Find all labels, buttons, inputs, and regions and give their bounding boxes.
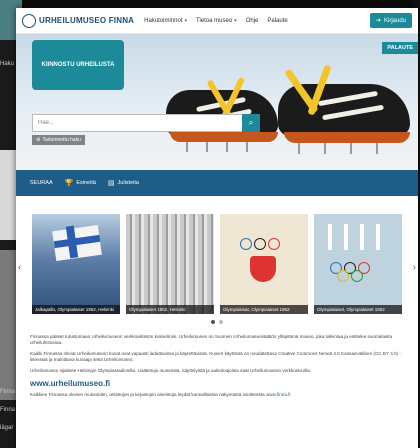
quick-link-label: Julisteita [117,180,139,186]
torch-image [360,224,364,250]
intro-content: Finnassa pääset tutustumaan Urheilumuseo… [16,326,418,398]
carousel-card-caption: Olympiakisat, Olympialaiset 1952 [220,305,308,314]
advanced-search-link[interactable]: ⚙ Tarkennettu haku [32,135,85,145]
chevron-right-icon[interactable]: › [413,262,416,273]
carousel-card-caption: Olympialaiset 1952, Helsinki [126,305,214,314]
spacer [16,196,418,214]
shoe-spike [186,142,188,152]
intro-paragraph: Kaikki Finnassa olevat Urheilumuseon kuv… [30,350,401,363]
advanced-search-label: Tarkennettu haku [42,137,81,143]
login-button[interactable]: ➔ Kirjaudu [369,13,412,28]
logo-text: URHEILUMUSEO FINNA [39,16,135,25]
nav-item-tietoa-museo[interactable]: Tietoa museo ▾ [196,18,237,24]
chevron-left-icon[interactable]: ‹ [18,262,21,273]
sign-in-icon: ➔ [375,18,381,24]
chevron-down-icon: ▾ [234,17,237,24]
chevron-down-icon: ▾ [184,17,188,24]
quick-link-label: Esineitä [76,180,96,186]
shoe-sole [170,132,278,142]
poster-shield-image [250,256,276,282]
nav-item-ohje[interactable]: Ohje [246,18,259,24]
hero-cta-button[interactable]: KIINNOSTU URHEILUSTA [32,40,124,90]
olympic-ring-icon [254,238,266,250]
hero-banner: KIINNOSTU URHEILUSTA PALAUTE ⌕ ⚙ Tarkenn… [16,34,418,170]
trophy-icon: 🏆 [64,180,74,187]
finna-link[interactable]: www.finna.fi [266,392,291,397]
quick-links-bar: SEURAA 🏆 Esineitä ▤ Julisteita [16,170,418,196]
quick-link-esineita[interactable]: 🏆 Esineitä [65,179,96,187]
carousel-card[interactable]: Olympialaiset 1952, Helsinki [126,214,214,314]
logo-ring-icon [22,13,36,28]
search-input[interactable] [33,120,242,126]
settings-icon: ⚙ [36,137,41,143]
shoe-spike [298,143,300,154]
shoe-spike [376,143,378,154]
site-logo[interactable]: URHEILUMUSEO FINNA [22,13,135,28]
nav-item-palaute[interactable]: Palaute [267,18,287,24]
shoe-sole [284,132,410,143]
torch-image [376,224,380,250]
finna-note: Kaikkien Finnassa olevien museoiden, ark… [30,392,404,397]
browser-window: URHEILUMUSEO FINNA Hakutoiminnot ▾ Tieto… [16,8,418,448]
carousel-dot[interactable] [211,320,215,324]
nav-item-label: Ohje [245,17,259,24]
nav-item-label: Hakutoiminnot [144,17,183,24]
finna-note-text: Kaikkien Finnassa olevien museoiden, ark… [30,392,265,398]
shoe-spike [206,142,208,152]
nav-item-hakutoiminnot[interactable]: Hakutoiminnot ▾ [144,18,187,24]
login-label: Kirjaudu [383,17,406,24]
search-button[interactable]: ⌕ [242,114,260,132]
quick-links-label-text: SEURAA [30,180,53,186]
torch-image [344,224,348,250]
museum-website-link[interactable]: www.urheilumuseo.fi [30,379,404,388]
feedback-tab[interactable]: PALAUTE [382,42,418,54]
image-carousel: ‹ Jalkapallo, Olympialaiset 1952, Helsin… [16,214,418,326]
shoe-spike [226,142,228,152]
carousel-card-caption: Jalkapallo, Olympialaiset 1952, Helsinki [32,305,120,314]
running-shoe-image [278,64,414,164]
carousel-card-caption: Olympialaiset, Olympialaiset 1952 [314,305,402,314]
nav-item-label: Tietoa museo [196,17,233,24]
shoe-spike [350,143,352,154]
top-navbar: URHEILUMUSEO FINNA Hakutoiminnot ▾ Tieto… [16,8,418,34]
intro-paragraph: Urheilumuseo sijaitsee Helsingin Olympia… [30,367,312,373]
torch-image [328,224,332,250]
shoe-spike [324,143,326,154]
carousel-pagination [16,320,418,324]
carousel-dot[interactable] [219,320,223,324]
olympic-ring-icon [351,270,363,282]
quick-links-label: SEURAA [30,180,53,186]
olympic-ring-icon [240,238,252,250]
quick-link-julisteita[interactable]: ▤ Julisteita [108,179,139,187]
nav-item-label: Palaute [267,17,288,24]
olympic-ring-icon [337,270,349,282]
intro-paragraph: Finnassa pääset tutustumaan Urheilumuseo… [30,334,393,346]
carousel-card[interactable]: Olympiakisat, Olympialaiset 1952 [220,214,308,314]
carousel-card[interactable]: Olympialaiset, Olympialaiset 1952 [314,214,402,314]
shoe-spike [246,142,248,152]
search-box: ⌕ [32,114,260,132]
poster-icon: ▤ [107,180,115,187]
search-icon: ⌕ [248,118,254,127]
olympic-ring-icon [268,238,280,250]
carousel-card[interactable]: Jalkapallo, Olympialaiset 1952, Helsinki [32,214,120,314]
